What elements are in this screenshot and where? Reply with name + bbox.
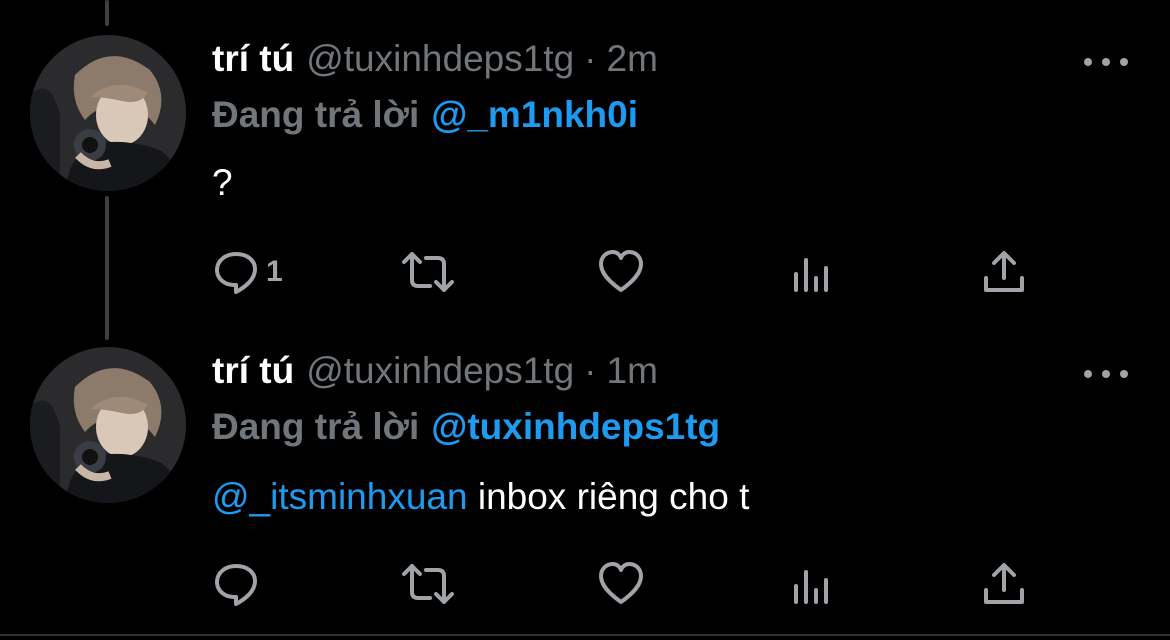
share-button[interactable] [982, 554, 1026, 614]
reply-button[interactable]: 1 [212, 242, 283, 302]
tweet-actions [212, 554, 1052, 614]
tweet-header: trí tú @tuxinhdeps1tg · 1m [212, 350, 658, 400]
retweet-icon [400, 248, 456, 296]
tweet-text: @_itsminhxuan inbox riêng cho t [212, 476, 749, 518]
retweet-button[interactable] [400, 242, 456, 302]
separator-dot: · [584, 38, 597, 79]
retweet-button[interactable] [400, 554, 456, 614]
tweet[interactable]: trí tú @tuxinhdeps1tg · 2m Đang trả lời @… [0, 0, 1170, 320]
share-button[interactable] [982, 242, 1026, 302]
reply-count: 1 [266, 255, 283, 288]
analytics-button[interactable] [792, 554, 832, 614]
tweet-text: ? [212, 162, 233, 203]
tweet-actions: 1 [212, 242, 1052, 302]
avatar[interactable] [30, 347, 186, 503]
like-icon [597, 560, 645, 608]
text-mention[interactable]: @_itsminhxuan [212, 476, 468, 517]
retweet-icon [400, 560, 456, 608]
more-icon[interactable] [1084, 52, 1128, 72]
replying-label: Đang trả lời [212, 94, 420, 135]
more-icon[interactable] [1084, 364, 1128, 384]
replying-to: Đang trả lời @tuxinhdeps1tg [212, 406, 720, 448]
user-handle[interactable]: @tuxinhdeps1tg [306, 350, 574, 392]
analytics-button[interactable] [792, 242, 832, 302]
display-name[interactable]: trí tú [212, 38, 294, 80]
reply-button[interactable] [212, 554, 260, 614]
like-button[interactable] [597, 554, 645, 614]
tweet[interactable]: trí tú @tuxinhdeps1tg · 1m Đang trả lời @… [0, 320, 1170, 634]
display-name[interactable]: trí tú [212, 350, 294, 392]
timestamp[interactable]: 1m [607, 350, 658, 392]
replying-to: Đang trả lời @_m1nkh0i [212, 94, 638, 136]
user-handle[interactable]: @tuxinhdeps1tg [306, 38, 574, 80]
tweet-header: trí tú @tuxinhdeps1tg · 2m [212, 38, 658, 88]
avatar[interactable] [30, 35, 186, 191]
separator-dot: · [584, 350, 597, 391]
tweet-text-content: inbox riêng cho t [467, 476, 750, 517]
like-button[interactable] [597, 242, 645, 302]
timestamp[interactable]: 2m [607, 38, 658, 80]
reply-icon [212, 248, 260, 296]
reply-icon [212, 560, 260, 608]
share-icon [982, 560, 1026, 608]
share-icon [982, 248, 1026, 296]
like-icon [597, 248, 645, 296]
analytics-icon [792, 560, 832, 608]
replying-to-mention[interactable]: @tuxinhdeps1tg [431, 406, 720, 447]
replying-to-mention[interactable]: @_m1nkh0i [431, 94, 638, 135]
replying-label: Đang trả lời [212, 406, 420, 447]
analytics-icon [792, 248, 832, 296]
divider [0, 634, 1170, 636]
